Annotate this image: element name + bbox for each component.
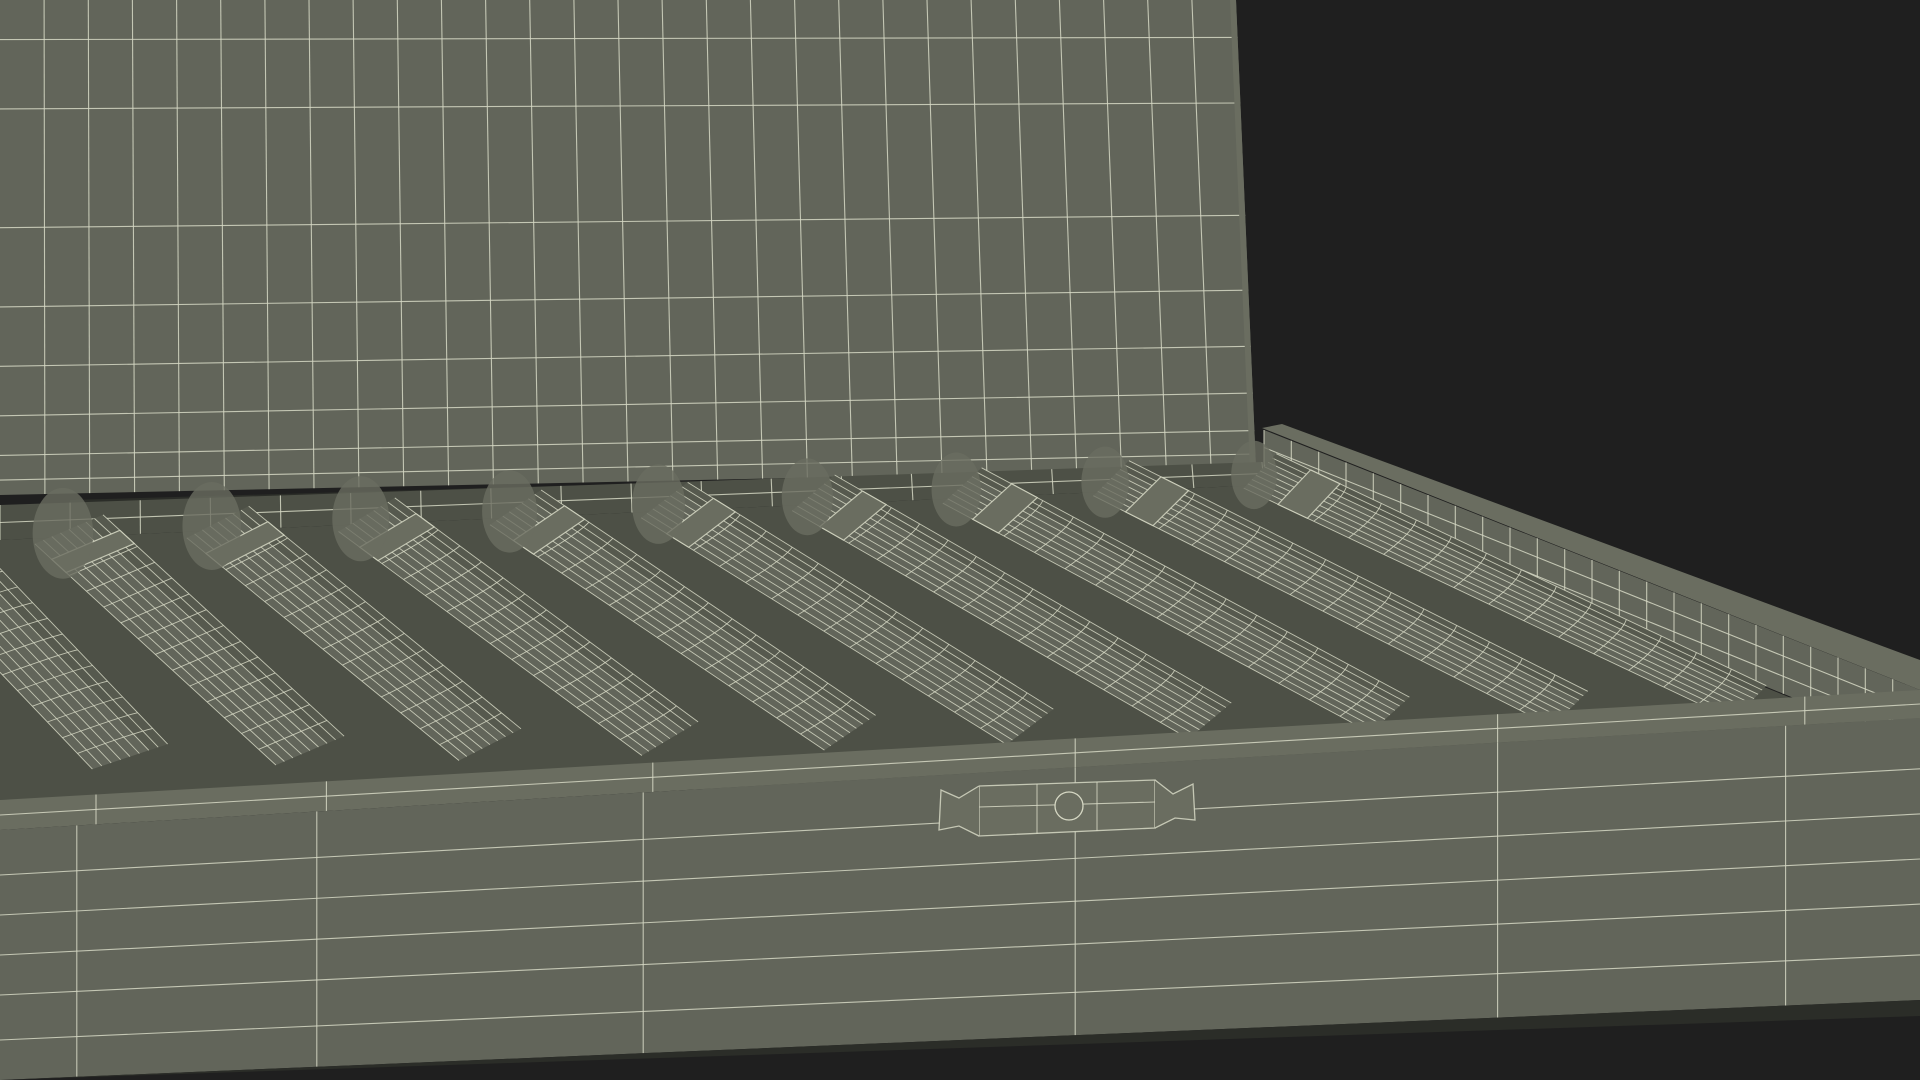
clasp-stud	[1054, 791, 1084, 821]
render-viewport	[0, 0, 1920, 1080]
lid-panel	[0, 0, 1256, 495]
box-lid	[0, 0, 1256, 510]
box-clasp	[938, 779, 1196, 837]
wireframe-render	[0, 0, 1920, 1080]
